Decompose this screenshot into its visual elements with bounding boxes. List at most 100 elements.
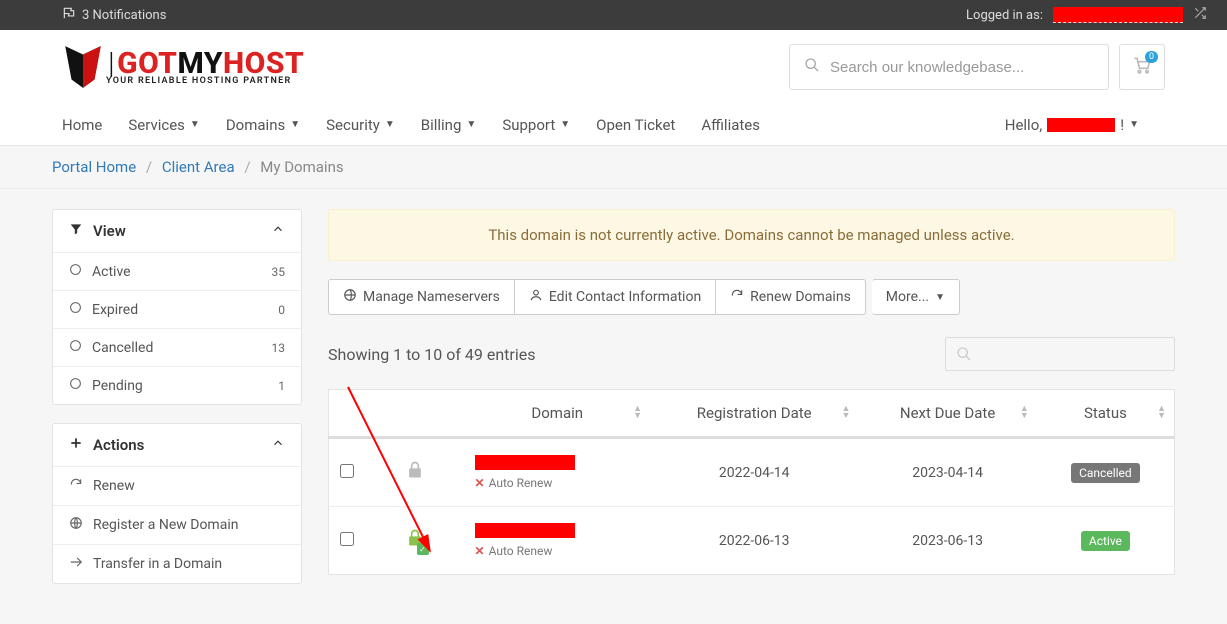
action-label: Renew xyxy=(93,478,135,494)
row-checkbox[interactable] xyxy=(340,532,354,546)
filter-icon xyxy=(69,222,83,240)
nav-billing[interactable]: Billing▼ xyxy=(421,116,477,134)
plus-icon xyxy=(69,436,83,454)
bulk-toolbar: Manage Nameservers Edit Contact Informat… xyxy=(328,279,1175,315)
th-regdate[interactable]: Registration Date▲▼ xyxy=(650,390,858,438)
cart-button[interactable]: 0 xyxy=(1119,44,1165,90)
caret-down-icon: ▼ xyxy=(385,119,395,130)
nav-hello-user[interactable]: Hello, ! ▼ xyxy=(1005,116,1139,134)
nav-security[interactable]: Security▼ xyxy=(326,116,395,134)
auto-renew-label: ✕Auto Renew xyxy=(475,544,640,558)
domain-name-redacted xyxy=(475,523,575,538)
x-icon: ✕ xyxy=(475,476,485,490)
bc-portal-home[interactable]: Portal Home xyxy=(52,158,136,176)
search-icon xyxy=(956,346,972,362)
refresh-icon xyxy=(730,288,744,306)
action-label: Transfer in a Domain xyxy=(93,556,222,572)
caret-down-icon: ▼ xyxy=(1129,119,1139,130)
circle-icon xyxy=(69,339,82,356)
user-icon xyxy=(529,288,543,306)
caret-down-icon: ▼ xyxy=(560,119,570,130)
nav-domains[interactable]: Domains▼ xyxy=(226,116,300,134)
th-status[interactable]: Status▲▼ xyxy=(1037,390,1175,438)
th-duedate[interactable]: Next Due Date▲▼ xyxy=(858,390,1036,438)
view-item-label: Pending xyxy=(92,378,143,394)
view-item-count: 1 xyxy=(278,379,285,393)
kb-search[interactable] xyxy=(789,44,1109,90)
view-item-count: 0 xyxy=(278,303,285,317)
status-badge: Active xyxy=(1081,531,1130,551)
due-date: 2023-06-13 xyxy=(858,507,1036,575)
table-row[interactable]: ✓ ✕Auto Renew 2022-06-13 2023-06-13 Acti… xyxy=(329,507,1175,575)
nav-support[interactable]: Support▼ xyxy=(502,116,570,134)
nav-open-ticket[interactable]: Open Ticket xyxy=(596,116,675,134)
share-icon xyxy=(69,555,83,573)
caret-down-icon: ▼ xyxy=(190,119,200,130)
search-icon xyxy=(804,57,820,77)
action-label: Register a New Domain xyxy=(93,517,238,533)
view-pending[interactable]: Pending 1 xyxy=(53,366,301,404)
refresh-icon xyxy=(69,477,83,495)
more-button[interactable]: More... ▼ xyxy=(872,279,960,315)
manage-nameservers-button[interactable]: Manage Nameservers xyxy=(328,279,515,315)
row-checkbox[interactable] xyxy=(340,464,354,478)
view-panel-head[interactable]: View xyxy=(53,210,301,252)
notifications-text: 3 Notifications xyxy=(82,8,166,23)
kb-search-input[interactable] xyxy=(830,59,1094,76)
table-search[interactable] xyxy=(945,337,1175,371)
chevron-up-icon xyxy=(271,436,285,454)
view-active[interactable]: Active 35 xyxy=(53,252,301,290)
actions-panel-head[interactable]: Actions xyxy=(53,424,301,466)
caret-down-icon: ▼ xyxy=(935,292,945,303)
view-cancelled[interactable]: Cancelled 13 xyxy=(53,328,301,366)
due-date: 2023-04-14 xyxy=(858,438,1036,507)
view-item-count: 35 xyxy=(272,265,286,279)
edit-contact-button[interactable]: Edit Contact Information xyxy=(515,279,716,315)
actions-title: Actions xyxy=(93,436,144,454)
button-label: More... xyxy=(886,289,929,305)
breadcrumb: Portal Home / Client Area / My Domains xyxy=(0,146,1227,188)
entries-text: Showing 1 to 10 of 49 entries xyxy=(328,345,535,364)
nav-affiliates[interactable]: Affiliates xyxy=(701,116,760,134)
hello-user-redacted xyxy=(1047,118,1115,132)
auto-renew-label: ✕Auto Renew xyxy=(475,476,640,490)
notifications-link[interactable]: 3 Notifications xyxy=(62,6,166,24)
circle-icon xyxy=(69,301,82,318)
cart-count: 0 xyxy=(1145,51,1158,63)
bc-client-area[interactable]: Client Area xyxy=(162,158,235,176)
view-expired[interactable]: Expired 0 xyxy=(53,290,301,328)
domain-name-redacted xyxy=(475,455,575,470)
globe-icon xyxy=(343,288,357,306)
logo[interactable]: |GOTMYHOST YOUR RELIABLE HOSTING PARTNER xyxy=(62,44,304,90)
th-domain[interactable]: Domain▲▼ xyxy=(465,390,650,438)
action-register[interactable]: Register a New Domain xyxy=(53,505,301,544)
action-renew[interactable]: Renew xyxy=(53,466,301,505)
button-label: Manage Nameservers xyxy=(363,289,500,305)
x-icon: ✕ xyxy=(475,544,485,558)
action-transfer[interactable]: Transfer in a Domain xyxy=(53,544,301,583)
nav-home[interactable]: Home xyxy=(62,116,102,134)
view-item-label: Cancelled xyxy=(92,340,153,356)
th-ssl[interactable] xyxy=(365,390,465,438)
caret-down-icon: ▼ xyxy=(290,119,300,130)
logged-in-label: Logged in as: xyxy=(966,8,1043,23)
th-checkbox xyxy=(329,390,365,438)
table-row[interactable]: ✕Auto Renew 2022-04-14 2023-04-14 Cancel… xyxy=(329,438,1175,507)
view-panel: View Active 35 Expired 0 Cancelled 13 xyxy=(52,209,302,405)
lock-active-icon: ✓ xyxy=(405,528,425,553)
check-icon: ✓ xyxy=(417,543,429,555)
logo-text: |GOTMYHOST YOUR RELIABLE HOSTING PARTNER xyxy=(106,49,304,86)
flag-icon xyxy=(62,6,76,24)
button-label: Edit Contact Information xyxy=(549,289,701,305)
view-title: View xyxy=(93,222,126,240)
renew-domains-button[interactable]: Renew Domains xyxy=(716,279,866,315)
button-label: Renew Domains xyxy=(750,289,851,305)
domains-table: Domain▲▼ Registration Date▲▼ Next Due Da… xyxy=(328,389,1175,575)
status-badge: Cancelled xyxy=(1071,463,1140,483)
logged-in-user-redacted xyxy=(1053,7,1183,23)
nav-services[interactable]: Services▼ xyxy=(128,116,199,134)
view-item-label: Active xyxy=(92,264,131,280)
logo-mark-icon xyxy=(62,44,104,90)
shuffle-icon[interactable] xyxy=(1193,6,1207,24)
circle-icon xyxy=(69,377,82,394)
